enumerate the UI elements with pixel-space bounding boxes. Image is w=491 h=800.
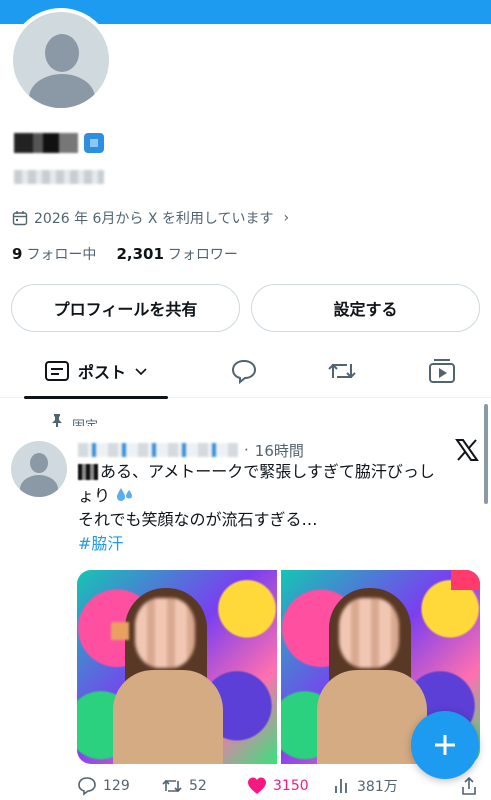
- like-count: 3150: [273, 778, 309, 794]
- heart-icon: [248, 777, 266, 794]
- post-image-1[interactable]: [77, 570, 277, 764]
- share-profile-button[interactable]: プロフィールを共有: [11, 284, 240, 332]
- followers-label[interactable]: フォロワー: [168, 244, 238, 264]
- pinned-indicator: 固定: [50, 411, 98, 429]
- user-handle-blurred: [14, 170, 104, 184]
- reply-button[interactable]: 129: [77, 774, 130, 798]
- sweat-drops-icon: [117, 488, 133, 501]
- tab-posts-label: ポスト: [77, 363, 126, 382]
- x-logo-icon: [455, 439, 479, 461]
- repost-icon: [328, 363, 356, 379]
- hashtag-link[interactable]: #脇汗: [78, 532, 478, 556]
- pinned-label: 固定: [72, 414, 98, 426]
- share-icon: [462, 776, 476, 795]
- tab-posts[interactable]: ポスト: [24, 344, 168, 399]
- tab-reposts[interactable]: [318, 344, 366, 398]
- repost-button[interactable]: 52: [161, 774, 207, 798]
- follow-stats: 9 フォロー中 2,301 フォロワー: [12, 243, 238, 265]
- media-icon: [429, 359, 455, 383]
- chevron-right-icon: ›: [283, 210, 290, 226]
- post-text-line3: それでも笑顔なのが流石すぎる…: [78, 510, 318, 529]
- posts-icon: [44, 361, 69, 381]
- followers-count[interactable]: 2,301: [116, 245, 163, 263]
- post-time[interactable]: 16時間: [255, 440, 304, 461]
- default-avatar-icon: [13, 12, 109, 108]
- pin-icon: [52, 414, 62, 427]
- views-button[interactable]: 381万: [333, 774, 398, 798]
- following-count[interactable]: 9: [12, 245, 22, 263]
- views-icon: [335, 779, 347, 793]
- calendar-icon: [12, 211, 28, 226]
- censored-text: [78, 464, 98, 480]
- share-button[interactable]: [461, 774, 477, 798]
- plus-icon: [435, 735, 455, 755]
- display-name: [14, 130, 104, 156]
- blurred-face: [135, 598, 195, 668]
- following-label[interactable]: フォロー中: [26, 244, 96, 264]
- scrollbar[interactable]: [484, 404, 488, 504]
- like-button[interactable]: 3150: [247, 774, 309, 798]
- reply-count: 129: [103, 778, 130, 794]
- tab-media[interactable]: [418, 344, 466, 398]
- post-text-line2: ょり: [78, 486, 111, 505]
- profile-avatar[interactable]: [9, 8, 113, 112]
- tab-replies[interactable]: [220, 344, 268, 398]
- compose-button[interactable]: [411, 711, 479, 779]
- reply-icon: [231, 359, 257, 384]
- views-count: 381万: [357, 779, 398, 795]
- repost-count: 52: [189, 778, 207, 794]
- joined-text: 2026 年 6月から X を利用しています: [34, 211, 274, 227]
- blurred-face: [338, 598, 399, 668]
- post-actions: 129 52 3150 381万: [77, 774, 477, 798]
- post-author-blurred[interactable]: [78, 443, 238, 457]
- name-emoji-icon: [84, 133, 104, 153]
- joined-date[interactable]: 2026 年 6月から X を利用しています ›: [12, 206, 289, 230]
- reply-icon: [78, 777, 96, 796]
- display-name-blurred: [14, 133, 78, 153]
- profile-tabs: ポスト: [0, 344, 491, 399]
- user-handle: [14, 166, 104, 188]
- chevron-down-icon[interactable]: [134, 364, 148, 378]
- post-author-avatar[interactable]: [11, 441, 67, 497]
- repost-icon: [162, 779, 182, 793]
- post-body[interactable]: ある、アメトーークで緊張しすぎて脇汗びっし ょり それでも笑顔なのが流石すぎる……: [78, 460, 478, 556]
- post-header: · 16時間: [78, 438, 304, 462]
- post-text-line1: ある、アメトーークで緊張しすぎて脇汗びっし: [100, 462, 435, 481]
- settings-button[interactable]: 設定する: [251, 284, 480, 332]
